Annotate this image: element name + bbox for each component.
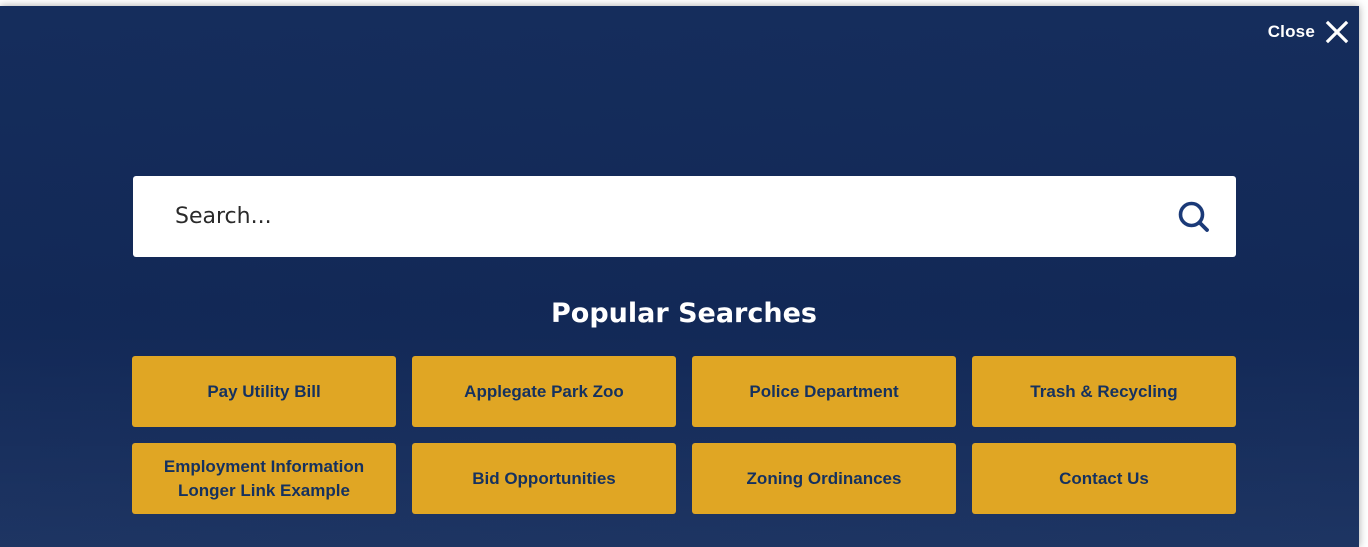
popular-link-label: Pay Utility Bill xyxy=(207,381,321,401)
popular-link-label: Employment Information Longer Link Examp… xyxy=(163,456,365,500)
search-icon[interactable] xyxy=(1176,199,1212,235)
popular-link-pay-utility-bill[interactable]: Pay Utility Bill xyxy=(132,356,396,427)
popular-link-label: Bid Opportunities xyxy=(472,468,616,488)
popular-link-trash-recycling[interactable]: Trash & Recycling xyxy=(972,356,1236,427)
popular-link-applegate-park-zoo[interactable]: Applegate Park Zoo xyxy=(412,356,676,427)
search-input[interactable] xyxy=(173,195,1176,238)
popular-link-label: Trash & Recycling xyxy=(1030,381,1178,401)
popular-searches-grid: Pay Utility Bill Applegate Park Zoo Poli… xyxy=(132,356,1237,514)
popular-link-police-department[interactable]: Police Department xyxy=(692,356,956,427)
search-bar xyxy=(133,176,1236,257)
close-icon xyxy=(1325,20,1349,44)
popular-link-label: Zoning Ordinances xyxy=(746,468,902,488)
popular-link-contact-us[interactable]: Contact Us xyxy=(972,443,1236,514)
popular-link-zoning-ordinances[interactable]: Zoning Ordinances xyxy=(692,443,956,514)
popular-link-label: Police Department xyxy=(749,381,899,401)
popular-searches-heading: Popular Searches xyxy=(551,298,817,329)
popular-link-label: Contact Us xyxy=(1059,468,1149,488)
popular-link-bid-opportunities[interactable]: Bid Opportunities xyxy=(412,443,676,514)
search-overlay: Close Popular Searches Pay Utility Bill … xyxy=(0,6,1359,547)
popular-link-employment-information[interactable]: Employment Information Longer Link Examp… xyxy=(132,443,396,514)
close-label: Close xyxy=(1267,22,1315,41)
close-button[interactable]: Close xyxy=(1268,20,1349,44)
popular-link-label: Applegate Park Zoo xyxy=(464,381,624,401)
